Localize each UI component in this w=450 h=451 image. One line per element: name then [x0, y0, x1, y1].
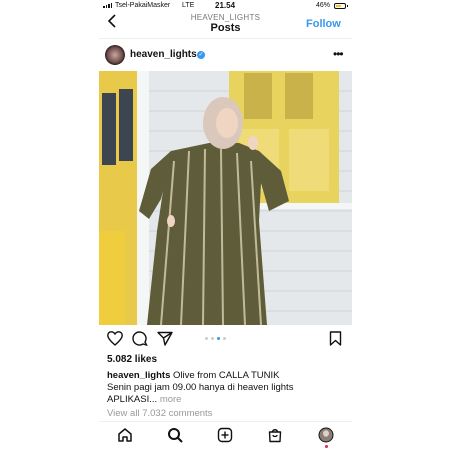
signal-icon	[103, 3, 112, 8]
caption-line-2: Senin pagi jam 09.00 hanya di heaven lig…	[107, 382, 294, 393]
home-icon[interactable]	[117, 427, 133, 448]
status-bar: Tsel-PakaiMasker LTE 21.54 46%	[99, 0, 352, 13]
notification-dot	[325, 445, 328, 448]
carousel-indicator	[205, 337, 226, 340]
instagram-post-screen: Tsel-PakaiMasker LTE 21.54 46% HEAVEN_LI…	[99, 0, 352, 450]
more-dots-icon[interactable]: •••	[333, 47, 344, 61]
carrier-name: Tsel-PakaiMasker	[115, 2, 171, 9]
caption-username[interactable]: heaven_lights	[107, 370, 170, 381]
view-comments-link[interactable]: View all 7.032 comments	[107, 408, 212, 419]
battery-icon	[334, 3, 348, 9]
network-type: LTE	[182, 2, 195, 9]
share-icon[interactable]	[157, 331, 173, 351]
battery-percent: 46%	[316, 2, 331, 9]
verified-badge-icon: ✓	[197, 51, 205, 59]
comment-icon[interactable]	[132, 331, 148, 351]
caption-line-1: heaven_lights Olive from CALLA TUNIK	[107, 370, 347, 381]
search-icon[interactable]	[167, 427, 183, 448]
caption-line-3: APLIKASI... more	[107, 394, 181, 405]
avatar[interactable]	[105, 45, 125, 65]
header-divider	[99, 38, 352, 39]
post-image[interactable]	[99, 71, 352, 325]
clock: 21.54	[215, 1, 236, 10]
bookmark-icon[interactable]	[329, 331, 342, 351]
likes-count[interactable]: 5.082 likes	[107, 354, 157, 365]
caption-truncated: APLIKASI...	[107, 394, 158, 405]
like-heart-icon[interactable]	[107, 331, 123, 351]
post-username[interactable]: heaven_lights	[130, 49, 197, 60]
more-link[interactable]: more	[160, 394, 182, 405]
create-icon[interactable]	[217, 427, 233, 448]
caption-text: Olive from CALLA TUNIK	[173, 370, 280, 381]
follow-button[interactable]: Follow	[306, 18, 341, 30]
shop-icon[interactable]	[267, 427, 283, 448]
